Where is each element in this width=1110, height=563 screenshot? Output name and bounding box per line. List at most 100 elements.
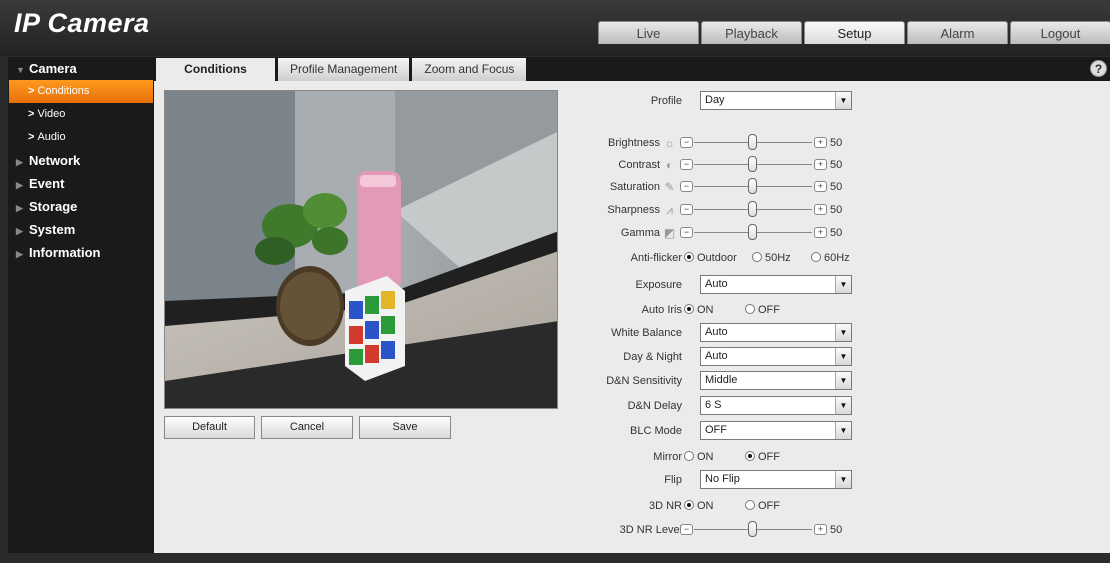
dn-sensitivity-label: D&N Sensitivity: [606, 375, 682, 387]
blc-mode-value: OFF: [705, 424, 727, 436]
anti-flicker-50hz-radio[interactable]: 50Hz: [752, 252, 791, 264]
dropdown-arrow-icon: ▼: [835, 348, 851, 365]
sidebar-item-camera[interactable]: ▼ Camera: [8, 57, 154, 80]
radio-label: OFF: [758, 451, 780, 463]
nav-logout[interactable]: Logout: [1010, 21, 1110, 44]
profile-row: Profile Day ▼: [574, 91, 874, 113]
sharpness-label: Sharpness: [607, 204, 660, 216]
dn-sensitivity-value: Middle: [705, 374, 738, 386]
mirror-on-radio[interactable]: ON: [684, 451, 714, 463]
anti-flicker-row: Anti-flicker Outdoor 50Hz 60Hz: [574, 248, 874, 270]
help-icon[interactable]: ?: [1090, 60, 1107, 77]
anti-flicker-outdoor-radio[interactable]: Outdoor: [684, 252, 737, 264]
sidebar-item-label: Audio: [37, 131, 66, 143]
gamma-decrease-button[interactable]: −: [680, 227, 693, 238]
default-button[interactable]: Default: [164, 416, 255, 439]
chevron-right-icon: >: [28, 85, 35, 97]
dn-delay-select[interactable]: 6 S ▼: [700, 396, 852, 415]
anti-flicker-60hz-radio[interactable]: 60Hz: [811, 252, 850, 264]
brightness-decrease-button[interactable]: −: [680, 137, 693, 148]
tab-profile-management[interactable]: Profile Management: [278, 58, 410, 81]
radio-label: 50Hz: [765, 252, 791, 264]
exposure-row: Exposure Auto ▼: [574, 275, 874, 297]
nav-setup[interactable]: Setup: [804, 21, 905, 44]
sharpness-value: 50: [830, 204, 843, 216]
3d-nr-level-decrease-button[interactable]: −: [680, 524, 693, 535]
brightness-increase-button[interactable]: +: [814, 137, 827, 148]
brightness-row: Brightness ☼ − + 50: [574, 133, 874, 155]
nav-alarm[interactable]: Alarm: [907, 21, 1008, 44]
mirror-off-radio[interactable]: OFF: [745, 451, 780, 463]
sharpness-slider-thumb[interactable]: [748, 201, 757, 217]
3d-nr-level-increase-button[interactable]: +: [814, 524, 827, 535]
radio-label: ON: [697, 451, 714, 463]
collapsed-arrow-icon: ▶: [16, 157, 23, 167]
sidebar: ▼ Camera > Conditions > Video > Audio ▶ Netwo…: [8, 57, 154, 553]
profile-select[interactable]: Day ▼: [700, 91, 852, 110]
gamma-icon: ◩: [663, 226, 676, 240]
dn-sensitivity-select[interactable]: Middle ▼: [700, 371, 852, 390]
sidebar-item-system[interactable]: ▶ System: [8, 218, 154, 241]
sidebar-sub-conditions[interactable]: > Conditions: [9, 80, 153, 103]
save-button[interactable]: Save: [359, 416, 451, 439]
white-balance-value: Auto: [705, 326, 728, 338]
contrast-increase-button[interactable]: +: [814, 159, 827, 170]
sharpness-increase-button[interactable]: +: [814, 204, 827, 215]
gamma-row: Gamma ◩ − + 50: [574, 223, 874, 245]
radio-unselected-icon: [752, 252, 762, 262]
saturation-icon: ✎: [664, 180, 675, 194]
auto-iris-off-radio[interactable]: OFF: [745, 304, 780, 316]
chevron-right-icon: >: [28, 108, 35, 120]
dropdown-arrow-icon: ▼: [835, 397, 851, 414]
contrast-row: Contrast ◐ − + 50: [574, 155, 874, 177]
saturation-increase-button[interactable]: +: [814, 181, 827, 192]
auto-iris-on-radio[interactable]: ON: [684, 304, 714, 316]
contrast-slider-thumb[interactable]: [748, 156, 757, 172]
sidebar-item-storage[interactable]: ▶ Storage: [8, 195, 154, 218]
3d-nr-level-slider-thumb[interactable]: [748, 521, 757, 537]
tab-zoom-and-focus[interactable]: Zoom and Focus: [412, 58, 527, 81]
dn-sensitivity-row: D&N Sensitivity Middle ▼: [574, 371, 874, 393]
sidebar-item-information[interactable]: ▶ Information: [8, 241, 154, 264]
saturation-slider-thumb[interactable]: [748, 178, 757, 194]
sidebar-item-network[interactable]: ▶ Network: [8, 149, 154, 172]
flip-select[interactable]: No Flip ▼: [700, 470, 852, 489]
saturation-decrease-button[interactable]: −: [680, 181, 693, 192]
dropdown-arrow-icon: ▼: [835, 276, 851, 293]
exposure-select[interactable]: Auto ▼: [700, 275, 852, 294]
3d-nr-off-radio[interactable]: OFF: [745, 500, 780, 512]
radio-label: Outdoor: [697, 252, 737, 264]
dropdown-arrow-icon: ▼: [835, 324, 851, 341]
nav-live[interactable]: Live: [598, 21, 699, 44]
dn-delay-label: D&N Delay: [627, 400, 682, 412]
radio-selected-icon: [745, 451, 755, 461]
gamma-increase-button[interactable]: +: [814, 227, 827, 238]
sidebar-sub-video[interactable]: > Video: [8, 103, 154, 126]
tab-conditions[interactable]: Conditions: [156, 58, 275, 81]
collapsed-arrow-icon: ▶: [16, 180, 23, 190]
gamma-slider-thumb[interactable]: [748, 224, 757, 240]
tab-bar: Conditions Profile Management Zoom and F…: [154, 57, 1110, 81]
day-night-select[interactable]: Auto ▼: [700, 347, 852, 366]
chevron-right-icon: >: [28, 131, 35, 143]
saturation-label: Saturation: [609, 181, 660, 193]
brightness-slider-thumb[interactable]: [748, 134, 757, 150]
3d-nr-level-value: 50: [830, 524, 843, 536]
dropdown-arrow-icon: ▼: [835, 422, 851, 439]
collapsed-arrow-icon: ▶: [16, 203, 23, 213]
sidebar-sub-audio[interactable]: > Audio: [8, 126, 154, 149]
main-panel: Conditions Profile Management Zoom and F…: [154, 57, 1110, 553]
sidebar-item-event[interactable]: ▶ Event: [8, 172, 154, 195]
collapsed-arrow-icon: ▶: [16, 249, 23, 259]
3d-nr-on-radio[interactable]: ON: [684, 500, 714, 512]
exposure-value: Auto: [705, 278, 728, 290]
cancel-button[interactable]: Cancel: [261, 416, 353, 439]
blc-mode-select[interactable]: OFF ▼: [700, 421, 852, 440]
dropdown-arrow-icon: ▼: [835, 471, 851, 488]
auto-iris-row: Auto Iris ON OFF: [574, 300, 874, 322]
contrast-decrease-button[interactable]: −: [680, 159, 693, 170]
white-balance-select[interactable]: Auto ▼: [700, 323, 852, 342]
dn-delay-value: 6 S: [705, 399, 722, 411]
nav-playback[interactable]: Playback: [701, 21, 802, 44]
sharpness-decrease-button[interactable]: −: [680, 204, 693, 215]
